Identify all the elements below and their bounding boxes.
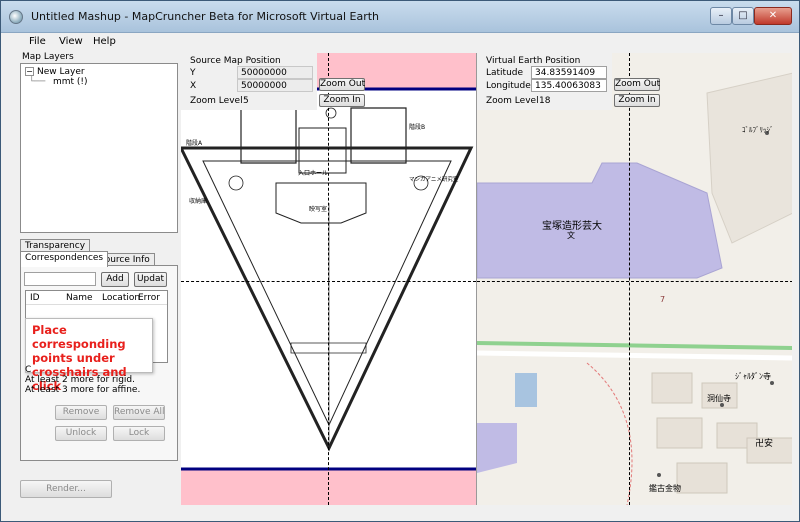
map-label-monastery: 洞仙寺	[707, 394, 731, 403]
source-x-label: X	[190, 81, 197, 91]
source-zoom-level-label: Zoom Level	[190, 96, 243, 106]
minimize-button[interactable]: –	[710, 7, 732, 25]
column-header-location[interactable]: Location	[102, 293, 140, 303]
boundary-line	[586, 362, 633, 505]
building-top-right	[706, 72, 792, 244]
source-x-field[interactable]: 50000000	[237, 79, 313, 92]
map-label-temple: ｼﾞｬﾙﾀﾞﾝ寺	[735, 372, 771, 381]
main-window: Untitled Mashup - MapCruncher Beta for M…	[0, 0, 800, 522]
tree-expander-icon[interactable]: −	[25, 67, 34, 76]
poi-dot-cultural	[657, 473, 661, 477]
road-map-drawing	[477, 72, 792, 505]
column-header-name[interactable]: Name	[66, 293, 93, 303]
layer-tree[interactable]: − New Layer └── mmt (!)	[20, 63, 178, 233]
maximize-icon: □	[738, 10, 748, 21]
triangle-plan	[181, 107, 474, 452]
map-label-top-right: ｺﾞﾙﾌﾞﾘｯｼﾞ	[742, 126, 774, 134]
ve-crosshair-horizontal	[477, 281, 792, 282]
app-icon	[9, 10, 23, 24]
tab-correspondences[interactable]: Correspondences	[20, 251, 109, 267]
source-y-field[interactable]: 50000000	[237, 66, 313, 79]
lock-button[interactable]: Lock	[113, 426, 165, 441]
status-c: C	[25, 365, 32, 375]
correspondence-name-input[interactable]	[24, 272, 96, 286]
map-layers-header: Map Layers	[22, 52, 74, 62]
plan-label-entrance-hall: 入口ホール	[298, 170, 328, 177]
table-header-divider	[26, 304, 167, 305]
ve-zoom-in-button[interactable]: Zoom In	[614, 94, 660, 107]
column-header-id[interactable]: ID	[30, 293, 40, 303]
source-zoom-level-value: 5	[243, 96, 249, 106]
map-label-shrine: 卍安	[755, 439, 774, 449]
title-bar: Untitled Mashup - MapCruncher Beta for M…	[1, 1, 799, 33]
longitude-field[interactable]: 135.40063083	[531, 79, 607, 92]
menu-bar: File View Help	[1, 33, 799, 51]
white-road	[477, 350, 792, 361]
ve-position-header: Virtual Earth Position	[486, 56, 581, 66]
status-affine: At least 3 more for affine.	[25, 385, 141, 395]
water-feature	[515, 373, 537, 407]
add-button[interactable]: Add	[101, 272, 129, 287]
plan-label-photo-room: 映写室	[309, 205, 327, 213]
latitude-label: Latitude	[486, 68, 524, 78]
status-rigid: At least 2 more for rigid.	[25, 375, 136, 385]
building-blocks	[651, 372, 792, 494]
latitude-field[interactable]: 34.83591409	[531, 66, 607, 79]
map-label-university-symbol: 文	[567, 231, 575, 240]
close-icon: ✕	[768, 10, 778, 21]
instruction-tooltip: Place corresponding points under crossha…	[25, 318, 153, 393]
ve-zoom-level-value: 18	[539, 96, 551, 106]
plan-label-storage: 収納庫	[189, 197, 207, 205]
maximize-button[interactable]: □	[732, 7, 754, 25]
tree-item-mmt[interactable]: mmt (!)	[53, 77, 88, 87]
close-button[interactable]: ✕	[754, 7, 792, 25]
source-y-label: Y	[190, 68, 196, 78]
source-map-view[interactable]: 階段A 階段B 入口ホール WC 収納庫 映写室 マンガアニメ研究室 Sourc…	[181, 53, 476, 505]
green-road	[477, 341, 792, 350]
virtual-earth-map-view[interactable]: 宝塚造形芸大 文 7 ｺﾞﾙﾌﾞﾘｯｼﾞ ｼﾞｬﾙﾀﾞﾝ寺 洞仙寺 卍安 鑑古金…	[476, 53, 792, 505]
render-button[interactable]: Render...	[20, 480, 112, 498]
tree-item-label: New Layer	[37, 67, 85, 77]
column-header-error[interactable]: Error	[138, 293, 160, 303]
menu-file[interactable]: File	[29, 36, 46, 47]
source-position-panel: Source Map Position Y 50000000 X 5000000…	[181, 53, 317, 110]
remove-button[interactable]: Remove	[55, 405, 107, 420]
source-zoom-out-button[interactable]: Zoom Out	[319, 78, 365, 91]
map-label-block-number: 7	[660, 295, 666, 304]
source-map-position-header: Source Map Position	[190, 56, 281, 66]
menu-help[interactable]: Help	[93, 36, 116, 47]
source-zoom-in-button[interactable]: Zoom In	[319, 94, 365, 107]
source-crosshair-vertical	[328, 53, 329, 505]
map-label-cultural: 鑑古金物	[649, 484, 681, 493]
remove-all-button[interactable]: Remove All	[113, 405, 165, 420]
window-title: Untitled Mashup - MapCruncher Beta for M…	[31, 10, 380, 23]
menu-view[interactable]: View	[59, 36, 83, 47]
plan-label-manga-lab: マンガアニメ研究室	[409, 175, 459, 183]
purple-lot	[477, 423, 517, 473]
ve-zoom-out-button[interactable]: Zoom Out	[614, 78, 660, 91]
plan-label-stair-b: 階段B	[409, 123, 425, 131]
ve-crosshair-vertical	[629, 53, 630, 505]
unlock-button[interactable]: Unlock	[55, 426, 107, 441]
update-button[interactable]: Updat	[134, 272, 167, 287]
plan-label-stair-a: 階段A	[186, 139, 203, 147]
minimize-icon: –	[718, 10, 724, 21]
tree-item-new-layer[interactable]: − New Layer	[25, 67, 85, 77]
ve-zoom-level-label: Zoom Level	[486, 96, 539, 106]
longitude-label: Longitude	[486, 81, 531, 91]
